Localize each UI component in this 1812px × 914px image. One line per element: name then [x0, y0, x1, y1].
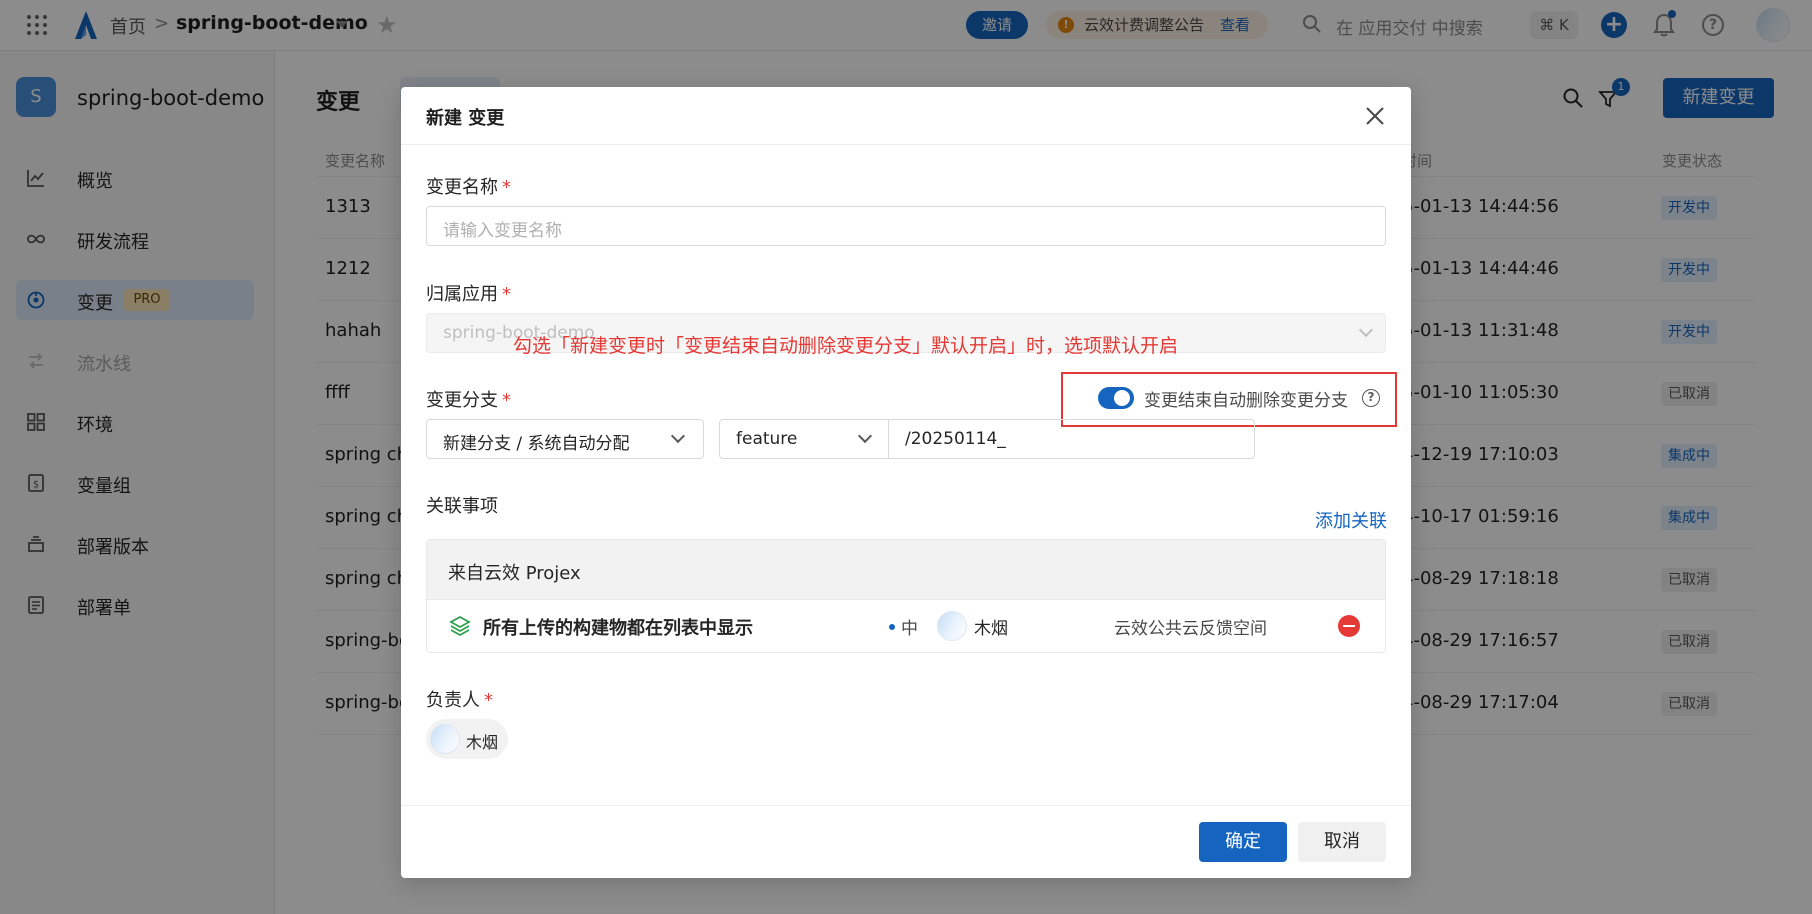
label-text: 变更分支	[426, 390, 498, 411]
cancel-button[interactable]: 取消	[1298, 822, 1386, 862]
related-item-priority: 中	[901, 619, 918, 639]
new-change-dialog: 新建 变更 变更名称 * 请输入变更名称 归属应用 * spring-boot-de…	[401, 87, 1411, 878]
owner-label: 负责人 *	[426, 686, 493, 712]
related-item-row[interactable]: 所有上传的构建物都在列表中显示 中 木烟 云效公共云反馈空间	[427, 600, 1385, 652]
owner-name: 木烟	[466, 733, 499, 752]
dialog-header: 新建 变更	[401, 87, 1411, 145]
toggle-knob	[1114, 390, 1130, 406]
branch-prefix-select[interactable]: feature	[719, 419, 889, 459]
select-value: 新建分支 / 系统自动分配	[443, 434, 630, 454]
branch-label: 变更分支 *	[426, 386, 511, 412]
chevron-down-icon	[857, 428, 873, 444]
dialog-title: 新建 变更	[426, 108, 505, 129]
input-value: /20250114_	[905, 429, 1006, 449]
branch-name-input[interactable]: /20250114_	[888, 419, 1255, 459]
related-item-title[interactable]: 所有上传的构建物都在列表中显示	[483, 614, 753, 640]
add-related-link[interactable]: 添加关联	[1315, 507, 1387, 533]
change-name-input[interactable]: 请输入变更名称	[426, 206, 1386, 246]
app-label: 归属应用 *	[426, 280, 511, 306]
dialog-footer: 确定 取消	[401, 805, 1411, 878]
avatar	[430, 724, 460, 754]
close-icon[interactable]	[1360, 101, 1390, 131]
avatar	[937, 611, 967, 641]
related-item-owner: 木烟	[974, 619, 1008, 639]
annotation-text: 勾选「新建变更时「变更结束自动删除变更分支」默认开启」时，选项默认开启	[513, 335, 1179, 357]
required-mark: *	[502, 390, 511, 411]
label-text: 负责人	[426, 690, 480, 711]
related-source-header: 来自云效 Projex	[427, 540, 1385, 600]
auto-delete-branch-toggle[interactable]	[1098, 387, 1134, 409]
priority-dot	[889, 624, 895, 630]
required-mark: *	[484, 690, 493, 711]
select-value: feature	[736, 429, 798, 449]
chevron-down-icon	[1358, 322, 1374, 338]
confirm-button[interactable]: 确定	[1199, 822, 1287, 862]
input-placeholder: 请输入变更名称	[443, 221, 562, 241]
label-text: 归属应用	[426, 284, 498, 305]
auto-delete-branch-label: 变更结束自动删除变更分支	[1144, 391, 1348, 411]
chevron-down-icon	[670, 428, 686, 444]
related-label: 关联事项	[426, 496, 498, 517]
question-icon[interactable]: ?	[1362, 389, 1380, 407]
related-source-title: 来自云效 Projex	[448, 563, 581, 584]
required-mark: *	[502, 284, 511, 305]
label-text: 变更名称	[426, 177, 498, 198]
remove-circle-icon[interactable]	[1338, 615, 1360, 637]
required-mark: *	[502, 177, 511, 198]
related-items-panel: 来自云效 Projex 所有上传的构建物都在列表中显示 中 木烟 云效公共云反馈…	[426, 539, 1386, 653]
change-name-label: 变更名称 *	[426, 173, 511, 199]
related-item-space: 云效公共云反馈空间	[1114, 619, 1267, 639]
branch-mode-select[interactable]: 新建分支 / 系统自动分配	[426, 419, 704, 459]
layers-icon	[449, 615, 471, 637]
owner-chip[interactable]: 木烟	[426, 719, 508, 759]
